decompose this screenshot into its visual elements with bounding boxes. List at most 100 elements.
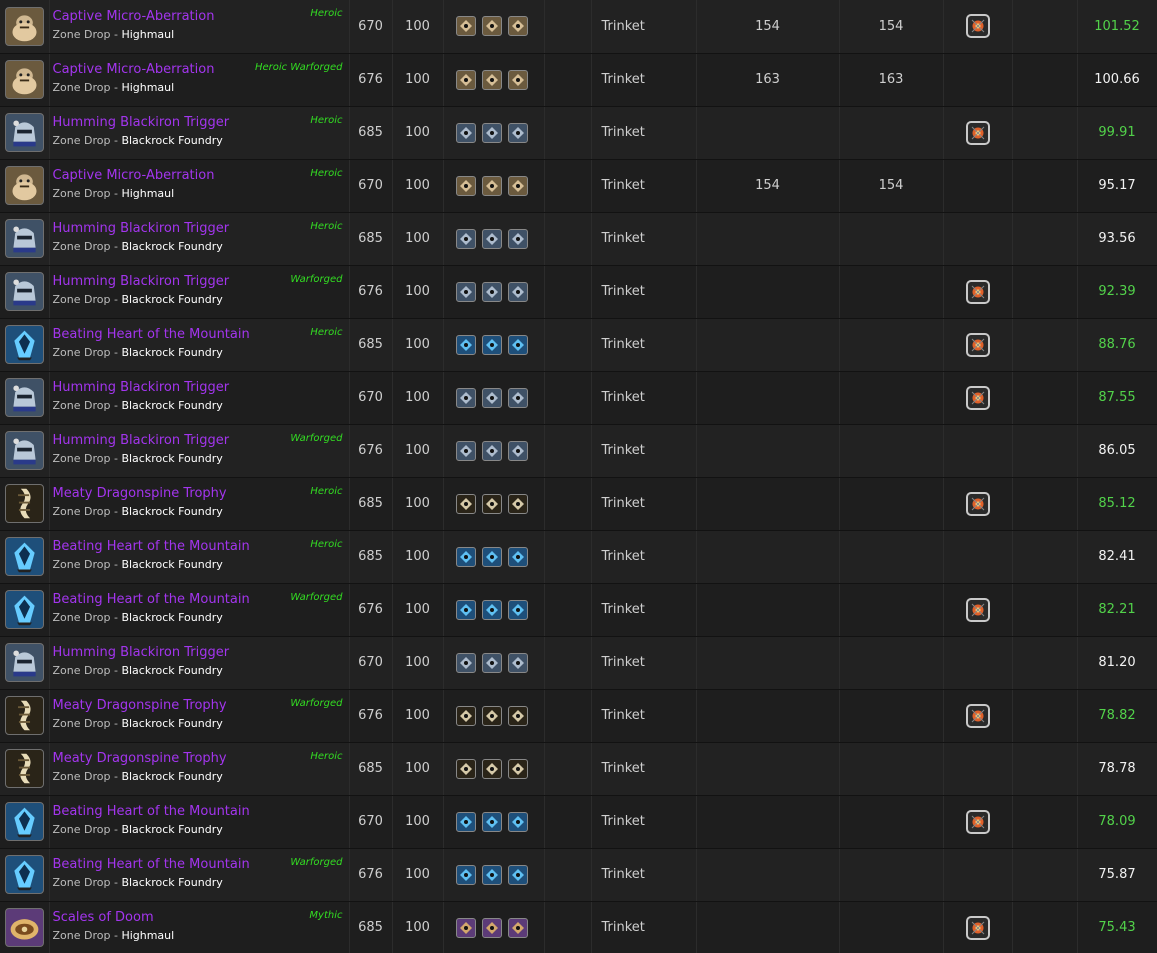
gem-socket-icon[interactable] bbox=[455, 652, 476, 673]
gem-socket-icon[interactable] bbox=[507, 281, 528, 302]
gnoll-creature-icon[interactable] bbox=[5, 60, 44, 99]
item-name-link[interactable]: Humming Blackiron Trigger bbox=[53, 645, 349, 660]
gem-socket-icon[interactable] bbox=[455, 917, 476, 938]
gem-socket-icon[interactable] bbox=[507, 599, 528, 620]
item-name-link[interactable]: Beating Heart of the Mountain bbox=[53, 327, 349, 342]
gem-socket-icon[interactable] bbox=[507, 440, 528, 461]
gem-socket-icon[interactable] bbox=[507, 228, 528, 249]
gem-socket-icon[interactable] bbox=[507, 864, 528, 885]
item-name-link[interactable]: Humming Blackiron Trigger bbox=[53, 115, 349, 130]
crystal-heart-icon[interactable] bbox=[5, 537, 44, 576]
item-name-link[interactable]: Beating Heart of the Mountain bbox=[53, 804, 349, 819]
item-name-link[interactable]: Humming Blackiron Trigger bbox=[53, 380, 349, 395]
gem-socket-icon[interactable] bbox=[455, 546, 476, 567]
gem-socket-icon[interactable] bbox=[507, 16, 528, 37]
gem-socket-icon[interactable] bbox=[455, 493, 476, 514]
gem-socket-icon[interactable] bbox=[481, 334, 502, 355]
gem-socket-icon[interactable] bbox=[455, 440, 476, 461]
source-zone[interactable]: Blackrock Foundry bbox=[121, 134, 222, 147]
table-row[interactable]: Captive Micro-Aberration Zone Drop - Hig… bbox=[0, 159, 1157, 213]
gem-socket-icon[interactable] bbox=[481, 440, 502, 461]
gem-socket-icon[interactable] bbox=[481, 175, 502, 196]
table-row[interactable]: Humming Blackiron Trigger Zone Drop - Bl… bbox=[0, 424, 1157, 478]
table-row[interactable]: Humming Blackiron Trigger Zone Drop - Bl… bbox=[0, 265, 1157, 319]
gem-socket-icon[interactable] bbox=[481, 758, 502, 779]
gem-socket-icon[interactable] bbox=[507, 334, 528, 355]
gem-socket-icon[interactable] bbox=[507, 493, 528, 514]
enchant-icon[interactable] bbox=[965, 809, 990, 834]
gem-socket-icon[interactable] bbox=[507, 387, 528, 408]
table-row[interactable]: Scales of Doom Zone Drop - Highmaul Myth… bbox=[0, 901, 1157, 953]
blackiron-helm-icon[interactable] bbox=[5, 113, 44, 152]
gem-socket-icon[interactable] bbox=[481, 917, 502, 938]
table-row[interactable]: Beating Heart of the Mountain Zone Drop … bbox=[0, 318, 1157, 372]
table-row[interactable]: Beating Heart of the Mountain Zone Drop … bbox=[0, 848, 1157, 902]
gem-socket-icon[interactable] bbox=[507, 122, 528, 143]
table-row[interactable]: Beating Heart of the Mountain Zone Drop … bbox=[0, 530, 1157, 584]
blackiron-helm-icon[interactable] bbox=[5, 431, 44, 470]
gem-socket-icon[interactable] bbox=[455, 334, 476, 355]
source-zone[interactable]: Blackrock Foundry bbox=[121, 770, 222, 783]
table-row[interactable]: Humming Blackiron Trigger Zone Drop - Bl… bbox=[0, 106, 1157, 160]
gem-socket-icon[interactable] bbox=[507, 917, 528, 938]
crystal-heart-icon[interactable] bbox=[5, 802, 44, 841]
source-zone[interactable]: Blackrock Foundry bbox=[121, 717, 222, 730]
gem-socket-icon[interactable] bbox=[481, 228, 502, 249]
gem-socket-icon[interactable] bbox=[507, 811, 528, 832]
gem-socket-icon[interactable] bbox=[481, 493, 502, 514]
gem-socket-icon[interactable] bbox=[481, 811, 502, 832]
gem-socket-icon[interactable] bbox=[455, 281, 476, 302]
enchant-icon[interactable] bbox=[965, 120, 990, 145]
gem-socket-icon[interactable] bbox=[507, 175, 528, 196]
gem-socket-icon[interactable] bbox=[481, 652, 502, 673]
source-zone[interactable]: Blackrock Foundry bbox=[121, 611, 222, 624]
gem-socket-icon[interactable] bbox=[455, 387, 476, 408]
gem-socket-icon[interactable] bbox=[455, 228, 476, 249]
blackiron-helm-icon[interactable] bbox=[5, 219, 44, 258]
gem-socket-icon[interactable] bbox=[455, 69, 476, 90]
gem-socket-icon[interactable] bbox=[455, 122, 476, 143]
blackiron-helm-icon[interactable] bbox=[5, 378, 44, 417]
enchant-icon[interactable] bbox=[965, 332, 990, 357]
source-zone[interactable]: Highmaul bbox=[121, 28, 174, 41]
enchant-icon[interactable] bbox=[965, 597, 990, 622]
enchant-icon[interactable] bbox=[965, 915, 990, 940]
gem-socket-icon[interactable] bbox=[455, 175, 476, 196]
gem-socket-icon[interactable] bbox=[481, 16, 502, 37]
table-row[interactable]: Beating Heart of the Mountain Zone Drop … bbox=[0, 795, 1157, 849]
gem-socket-icon[interactable] bbox=[507, 652, 528, 673]
enchant-icon[interactable] bbox=[965, 385, 990, 410]
blackiron-helm-icon[interactable] bbox=[5, 272, 44, 311]
source-zone[interactable]: Highmaul bbox=[121, 81, 174, 94]
gem-socket-icon[interactable] bbox=[455, 599, 476, 620]
source-zone[interactable]: Highmaul bbox=[121, 187, 174, 200]
source-zone[interactable]: Blackrock Foundry bbox=[121, 876, 222, 889]
table-row[interactable]: Meaty Dragonspine Trophy Zone Drop - Bla… bbox=[0, 477, 1157, 531]
gnoll-creature-icon[interactable] bbox=[5, 6, 44, 46]
dragonspine-icon[interactable] bbox=[5, 749, 44, 788]
crystal-heart-icon[interactable] bbox=[5, 855, 44, 894]
dragonspine-icon[interactable] bbox=[5, 484, 44, 523]
table-row[interactable]: Captive Micro-Aberration Zone Drop - Hig… bbox=[0, 0, 1157, 54]
source-zone[interactable]: Blackrock Foundry bbox=[121, 293, 222, 306]
gem-socket-icon[interactable] bbox=[481, 546, 502, 567]
crystal-heart-icon[interactable] bbox=[5, 590, 44, 629]
gem-socket-icon[interactable] bbox=[455, 705, 476, 726]
gem-socket-icon[interactable] bbox=[481, 69, 502, 90]
gem-socket-icon[interactable] bbox=[481, 281, 502, 302]
gem-socket-icon[interactable] bbox=[507, 705, 528, 726]
source-zone[interactable]: Blackrock Foundry bbox=[121, 346, 222, 359]
item-name-link[interactable]: Captive Micro-Aberration bbox=[53, 9, 349, 24]
gem-socket-icon[interactable] bbox=[481, 864, 502, 885]
dragonspine-icon[interactable] bbox=[5, 696, 44, 735]
gem-socket-icon[interactable] bbox=[507, 546, 528, 567]
gem-socket-icon[interactable] bbox=[481, 122, 502, 143]
table-row[interactable]: Captive Micro-Aberration Zone Drop - Hig… bbox=[0, 53, 1157, 107]
item-name-link[interactable]: Scales of Doom bbox=[53, 910, 349, 925]
table-row[interactable]: Humming Blackiron Trigger Zone Drop - Bl… bbox=[0, 371, 1157, 425]
source-zone[interactable]: Blackrock Foundry bbox=[121, 664, 222, 677]
item-name-link[interactable]: Meaty Dragonspine Trophy bbox=[53, 486, 349, 501]
table-row[interactable]: Meaty Dragonspine Trophy Zone Drop - Bla… bbox=[0, 742, 1157, 796]
table-row[interactable]: Humming Blackiron Trigger Zone Drop - Bl… bbox=[0, 212, 1157, 266]
gem-socket-icon[interactable] bbox=[455, 811, 476, 832]
